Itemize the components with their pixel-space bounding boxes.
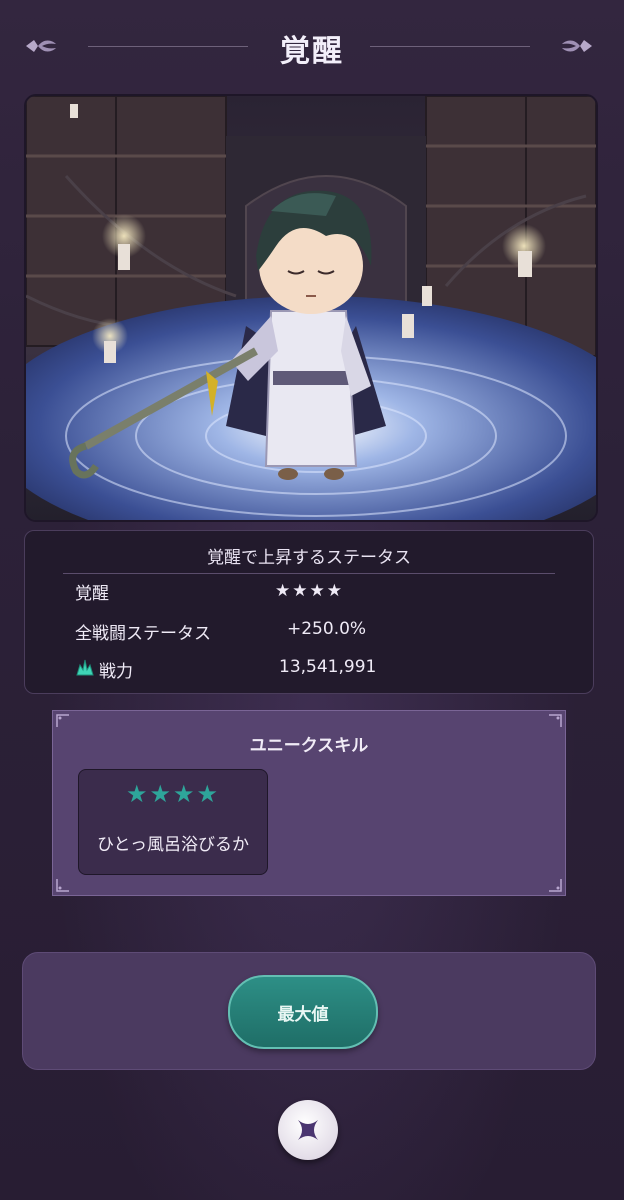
status-label: 戦力 (99, 662, 133, 682)
page-title: 覚醒 (280, 34, 344, 69)
max-value-button[interactable]: 最大値 (228, 975, 378, 1049)
close-x-icon (298, 1120, 318, 1140)
corner-ornament-icon (56, 879, 69, 892)
status-value: +250.0% (287, 619, 367, 639)
skill-stars: ★★★★ (125, 780, 221, 808)
corner-ornament-icon (56, 714, 69, 727)
unique-skill-panel: ユニークスキル ★★★★ ひとっ風呂浴びるか (52, 710, 566, 896)
status-panel: 覚醒で上昇するステータス 覚醒 ★★★★ 全戦闘ステータス +250.0% 戦力… (24, 530, 594, 694)
power-flame-icon (76, 659, 94, 676)
status-row-power: 戦力 13,541,991 (25, 653, 593, 683)
status-label: 全戦闘ステータス (75, 624, 211, 644)
close-button[interactable] (278, 1100, 338, 1160)
skill-panel-title: ユニークスキル (249, 736, 369, 756)
status-value: 13,541,991 (279, 657, 377, 677)
skill-name: ひとっ風呂浴びるか (97, 835, 249, 855)
status-row-all-stats: 全戦闘ステータス +250.0% (25, 615, 593, 645)
status-label: 覚醒 (75, 584, 109, 604)
status-title: 覚醒で上昇するステータス (207, 548, 411, 568)
corner-ornament-icon (549, 714, 562, 727)
status-row-awakening: 覚醒 ★★★★ (25, 575, 593, 605)
ornament-right-icon (562, 40, 592, 52)
character-artwork (24, 94, 598, 522)
action-panel: 最大値 (22, 952, 596, 1070)
header-line-right (370, 46, 530, 47)
header: 覚醒 (0, 0, 624, 92)
skill-card[interactable]: ★★★★ ひとっ風呂浴びるか (78, 769, 268, 875)
awakening-stars: ★★★★ (275, 581, 344, 601)
corner-ornament-icon (549, 879, 562, 892)
background-faded-strip (60, 906, 550, 946)
divider (63, 573, 555, 574)
